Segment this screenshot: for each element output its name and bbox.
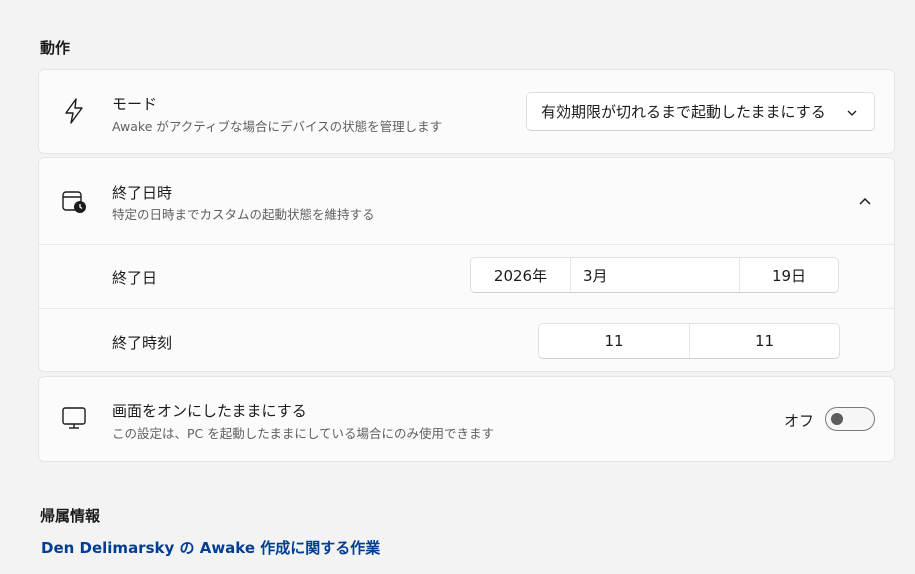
attribution-link[interactable]: Den Delimarsky の Awake 作成に関する作業 [41,537,380,558]
end-date-month[interactable]: 3月 [571,258,740,292]
keep-screen-on-toggle[interactable] [825,407,875,431]
mode-dropdown-value: 有効期限が切れるまで起動したままにする [541,103,826,121]
calendar-clock-icon [61,188,87,214]
end-time-minute[interactable]: 11 [690,324,839,358]
end-time-hour[interactable]: 11 [539,324,690,358]
toggle-knob [831,413,843,425]
keep-screen-on-description: この設定は、PC を起動したままにしている場合にのみ使用できます [112,426,494,441]
end-date-year[interactable]: 2026年 [471,258,571,292]
expiration-description: 特定の日時までカスタムの起動状態を維持する [112,207,375,222]
mode-description: Awake がアクティブな場合にデバイスの状態を管理します [112,119,443,134]
monitor-icon [61,405,87,431]
end-time-picker[interactable]: 11 11 [538,323,840,359]
keep-screen-on-card: 画面をオンにしたままにする この設定は、PC を起動したままにしている場合にのみ… [38,376,895,462]
end-date-picker[interactable]: 2026年 3月 19日 [470,257,839,293]
chevron-down-icon [846,105,858,123]
expiration-title: 終了日時 [112,184,173,202]
end-time-label: 終了時刻 [112,334,173,352]
end-date-label: 終了日 [112,269,158,287]
chevron-up-icon[interactable] [858,193,872,212]
awake-settings-page: 動作 モード Awake がアクティブな場合にデバイスの状態を管理します 有効期… [0,0,915,574]
mode-title: モード [112,95,158,113]
keep-screen-on-title: 画面をオンにしたままにする [112,402,307,420]
lightning-icon [61,98,87,124]
mode-dropdown[interactable]: 有効期限が切れるまで起動したままにする [526,92,875,131]
toggle-state-label: オフ [784,412,815,430]
expiration-card: 終了日時 特定の日時までカスタムの起動状態を維持する 終了日 2026年 3月 … [38,157,895,372]
section-title-behavior: 動作 [40,39,71,57]
end-date-row: 終了日 2026年 3月 19日 [39,245,894,308]
section-title-attribution: 帰属情報 [40,507,101,525]
end-date-day[interactable]: 19日 [740,258,838,292]
mode-card: モード Awake がアクティブな場合にデバイスの状態を管理します 有効期限が切… [38,69,895,154]
expiration-header[interactable]: 終了日時 特定の日時までカスタムの起動状態を維持する [39,158,894,244]
end-time-row: 終了時刻 11 11 [39,309,894,372]
